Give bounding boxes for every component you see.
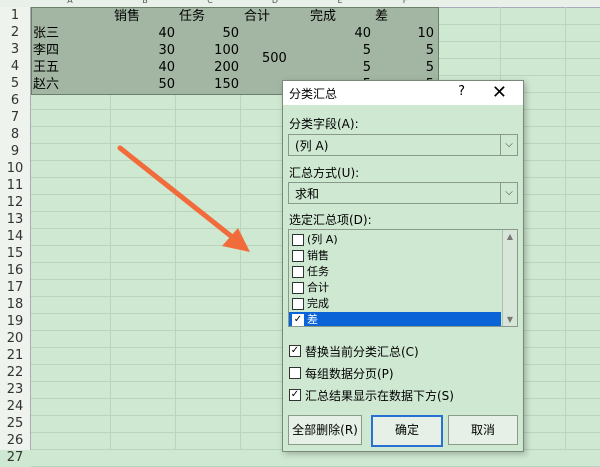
list-item[interactable]: 完成 [289,296,501,312]
dialog-titlebar[interactable]: 分类汇总 ? ✕ [283,81,523,105]
checkbox-checked[interactable]: ✓ [292,314,304,326]
group-field-select[interactable]: (列 A) ⌵ [288,134,518,156]
summary-function-value: 求和 [295,187,320,201]
list-item-label: 销售 [307,249,329,262]
checkbox[interactable] [292,282,304,294]
list-item-label: 合计 [307,281,329,294]
chevron-down-icon[interactable]: ⌵ [500,135,517,155]
scroll-down-icon[interactable]: ▼ [503,315,517,324]
group-field-value: (列 A) [295,139,329,153]
scroll-up-icon[interactable]: ▲ [503,232,517,241]
checkbox[interactable] [292,234,304,246]
option-label: 替换当前分类汇总(C) [305,345,419,359]
help-button[interactable]: ? [458,84,465,99]
remove-all-button[interactable]: 全部删除(R) [288,415,362,445]
row-header[interactable]: 27 [0,449,30,466]
summary-items-label: 选定汇总项(D): [289,213,372,227]
summary-function-select[interactable]: 求和 ⌵ [288,182,518,204]
list-item-label: 完成 [307,297,329,310]
summary-items-list[interactable]: (列 A) 销售 任务 合计 完成 ✓ 差 ▲ ▼ [288,229,518,327]
checkbox[interactable] [292,298,304,310]
summary-function-label: 汇总方式(U): [289,166,360,180]
close-button[interactable]: ✕ [492,82,507,103]
list-item-label: 任务 [307,265,329,278]
list-item[interactable]: 任务 [289,264,501,280]
checkbox[interactable] [289,367,301,379]
option-label: 汇总结果显示在数据下方(S) [305,389,454,403]
list-scrollbar[interactable]: ▲ ▼ [502,230,517,326]
list-item[interactable]: (列 A) [289,232,501,248]
checkbox[interactable] [292,266,304,278]
list-item[interactable]: 销售 [289,248,501,264]
subtotal-dialog: 分类汇总 ? ✕ 分类字段(A): (列 A) ⌵ 汇总方式(U): 求和 ⌵ … [282,80,524,452]
ok-button[interactable]: 确定 [371,415,443,447]
dialog-title: 分类汇总 [289,87,338,101]
checkbox[interactable] [292,250,304,262]
list-item[interactable]: 合计 [289,280,501,296]
cancel-button[interactable]: 取消 [448,415,518,445]
chevron-down-icon[interactable]: ⌵ [500,183,517,203]
list-item-label: (列 A) [307,233,338,246]
list-item-label: 差 [307,313,318,326]
checkbox-checked[interactable]: ✓ [289,345,301,357]
group-field-label: 分类字段(A): [289,117,359,131]
checkbox-checked[interactable]: ✓ [289,389,301,401]
list-item-selected[interactable]: ✓ 差 [289,312,501,326]
option-label: 每组数据分页(P) [305,367,394,381]
